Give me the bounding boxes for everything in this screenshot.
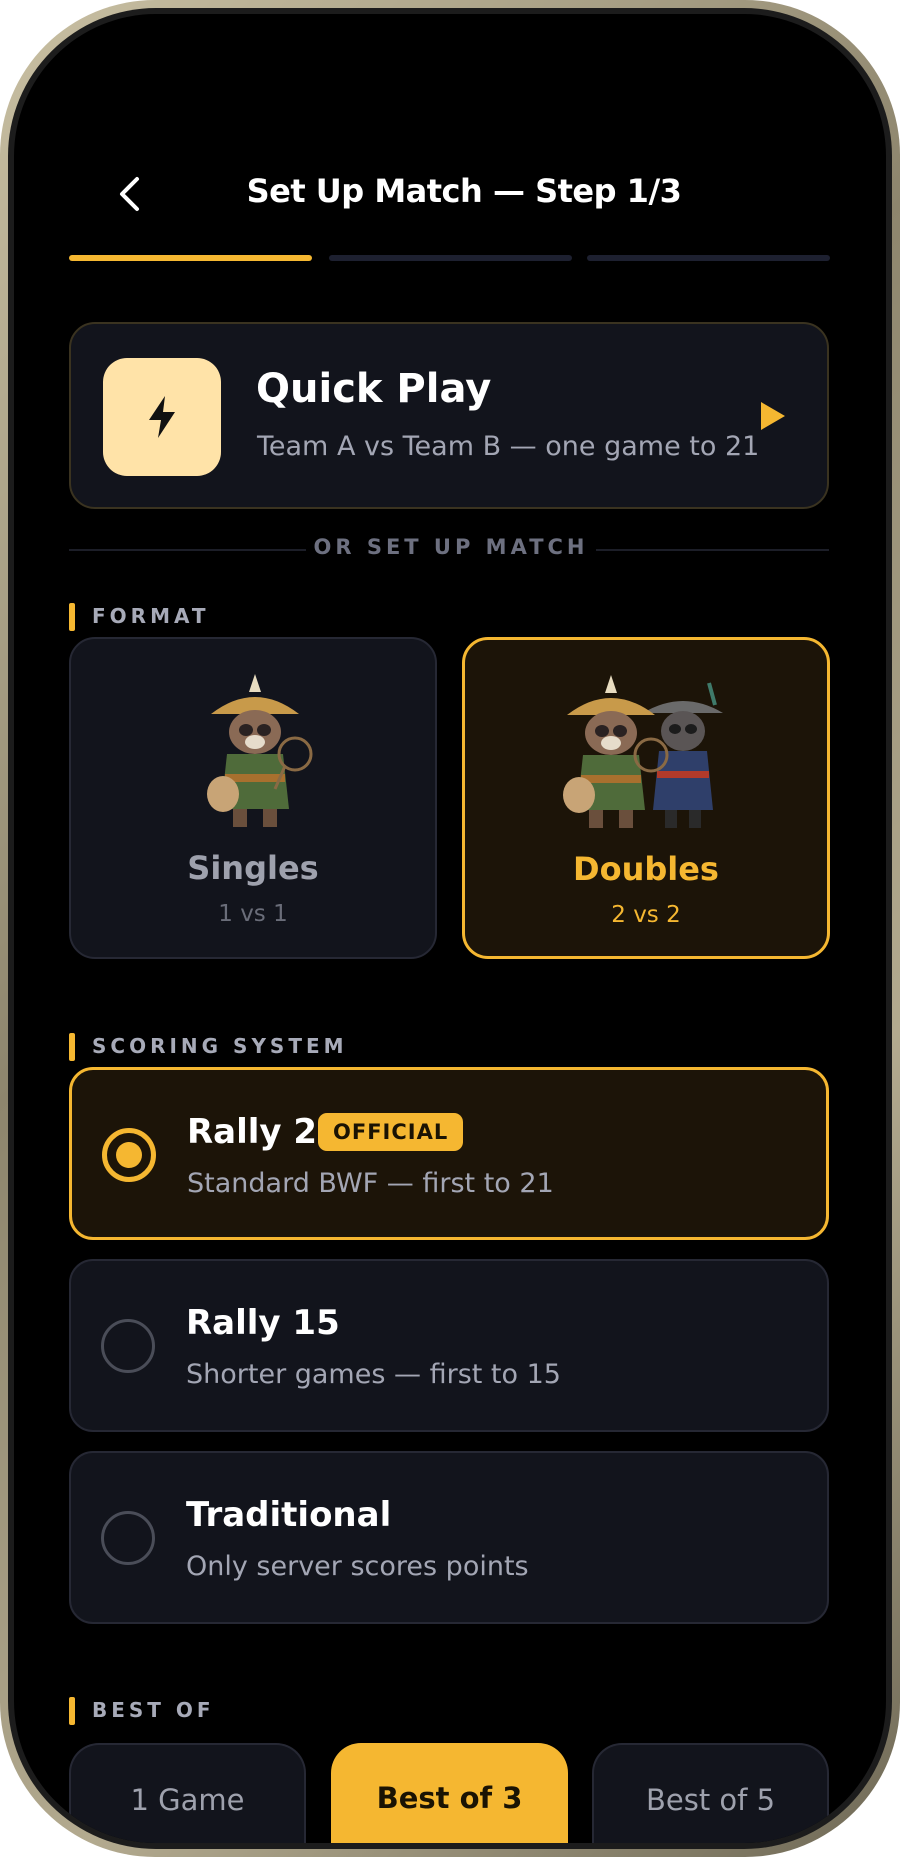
bestof-option-best-of-5[interactable]: Best of 5 [592,1743,829,1843]
scoring-option-sub: Standard BWF — first to 21 [187,1168,554,1199]
format-option-doubles[interactable]: Doubles 2 vs 2 [462,637,830,959]
chevron-left-icon [120,177,139,211]
format-section-label: FORMAT [92,604,210,628]
radio-button[interactable] [101,1511,155,1565]
scoring-option-rally-15[interactable]: Rally 15 Shorter games — first to 15 [69,1259,829,1432]
bestof-option-label: Best of 3 [376,1781,523,1815]
raccoon-pair-mascot-icon [563,675,723,828]
raccoon-mascot-icon [207,674,313,827]
back-button[interactable] [94,159,164,229]
official-badge: OFFICIAL [318,1113,464,1151]
format-option-sub: 2 vs 2 [611,902,681,928]
bestof-option-label: Best of 5 [645,1783,776,1817]
quick-play-title: Quick Play [256,366,492,412]
scoring-option-traditional[interactable]: Traditional Only server scores points [69,1451,829,1624]
quick-play-icon-box [103,358,221,476]
scoring-option-sub: Shorter games — first to 15 [186,1359,561,1390]
divider-line-left [69,549,306,551]
format-option-sub: 1 vs 1 [218,901,288,927]
scoring-option-sub: Only server scores points [186,1551,529,1582]
scoring-option-rally-21[interactable]: Rally 21 OFFICIAL Standard BWF — first t… [69,1067,829,1240]
scoring-option-title: Traditional [186,1495,392,1535]
step-indicator-1 [69,255,312,261]
step-indicator-3 [587,255,830,261]
scoring-section-marker [69,1033,75,1061]
play-icon [761,402,785,430]
step-indicator-2 [329,255,572,261]
scoring-section-label: SCORING SYSTEM [92,1034,348,1058]
format-section-marker [69,603,75,631]
bestof-section-marker [69,1697,75,1725]
quick-play-card[interactable]: Quick Play Team A vs Team B — one game t… [69,322,829,509]
format-option-singles[interactable]: Singles 1 vs 1 [69,637,437,959]
scoring-option-title: Rally 15 [186,1303,340,1343]
quick-play-subtitle: Team A vs Team B — one game to 21 [257,431,760,462]
bestof-section-label: BEST OF [92,1698,215,1722]
format-option-name: Doubles [573,850,719,888]
divider-label: OR SET UP MATCH [313,535,589,559]
bestof-option-1-game[interactable]: 1 Game [69,1743,306,1843]
radio-button[interactable] [101,1319,155,1373]
bestof-option-label: 1 Game [130,1783,245,1817]
page-title: Set Up Match — Step 1/3 [246,172,682,210]
lightning-bolt-icon [149,396,175,438]
radio-button[interactable] [102,1128,156,1182]
divider-line-right [596,549,829,551]
format-option-name: Singles [187,849,319,887]
bestof-option-best-of-3[interactable]: Best of 3 [331,1743,568,1843]
app-screen: Set Up Match — Step 1/3 Quick Play Team … [14,14,886,1843]
radio-dot [116,1142,142,1168]
